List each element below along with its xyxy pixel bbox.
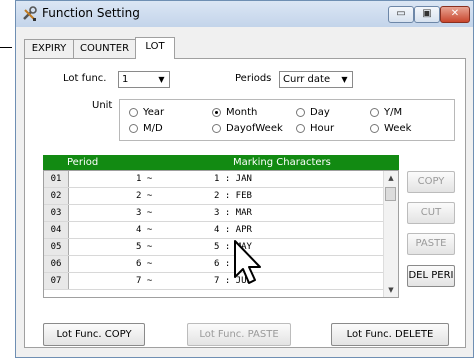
unit-radio-dayofweek[interactable]: DayofWeek: [212, 123, 283, 134]
scroll-up-icon[interactable]: ▲: [384, 171, 398, 185]
unit-week-label: Week: [384, 123, 412, 134]
lot-func-copy-button[interactable]: Lot Func. COPY: [43, 323, 145, 346]
lot-func-select[interactable]: 1 ▼: [118, 71, 170, 88]
periods-select[interactable]: Curr date ▼: [279, 71, 353, 88]
row-number: 04: [44, 222, 69, 238]
row-number: 06: [44, 256, 69, 272]
radio-dot-selected: [212, 108, 221, 117]
cut-button[interactable]: CUT: [407, 202, 455, 224]
periods-value: Curr date: [283, 74, 331, 85]
paste-button[interactable]: PASTE: [407, 233, 455, 255]
copy-button[interactable]: COPY: [407, 171, 455, 193]
radio-dot: [370, 108, 379, 117]
unit-radio-day[interactable]: Day: [296, 107, 330, 118]
unit-radio-week[interactable]: Week: [370, 123, 411, 134]
lot-func-delete-button[interactable]: Lot Func. DELETE: [331, 323, 449, 346]
radio-dot: [129, 108, 138, 117]
radio-dot: [296, 108, 305, 117]
table-row[interactable]: 01 1 ~ 1 : JAN: [44, 171, 384, 188]
grid-header: Period Marking Characters: [43, 155, 399, 170]
period-cell[interactable]: 1 ~: [136, 171, 152, 187]
period-column-header: Period: [67, 157, 99, 168]
function-setting-window: Function Setting ▭ ▣ ✕ EXPIRY COUNTER LO…: [15, 0, 474, 358]
row-number: 03: [44, 205, 69, 221]
table-row[interactable]: 04 4 ~ 4 : APR: [44, 222, 384, 239]
tab-expiry[interactable]: EXPIRY: [24, 39, 74, 58]
period-cell[interactable]: 7 ~: [136, 273, 152, 289]
unit-year-label: Year: [143, 107, 165, 118]
period-cell[interactable]: 4 ~: [136, 222, 152, 238]
unit-hour-label: Hour: [310, 123, 335, 134]
lot-func-value: 1: [122, 74, 129, 85]
unit-radio-group: Year Month Day Y/M M/D DayofWeek Hour We…: [119, 99, 455, 141]
chevron-down-icon: ▼: [158, 75, 165, 84]
close-button[interactable]: ✕: [440, 6, 470, 23]
unit-label: Unit: [92, 100, 113, 111]
radio-dot: [129, 124, 138, 133]
table-row[interactable]: 07 7 ~7 : JUL: [44, 273, 384, 290]
wrench-screwdriver-icon: [23, 6, 37, 21]
marking-cell[interactable]: 1 : JAN: [214, 171, 252, 187]
window-title: Function Setting: [42, 6, 140, 20]
unit-ym-label: Y/M: [384, 107, 403, 118]
table-row[interactable]: 06 6 ~6 : JUN: [44, 256, 384, 273]
period-cell[interactable]: 2 ~: [136, 188, 152, 204]
radio-dot: [296, 124, 305, 133]
lot-tab-panel: Lot func. 1 ▼ Periods Curr date ▼ Unit Y…: [24, 58, 466, 348]
unit-radio-ym[interactable]: Y/M: [370, 107, 402, 118]
marking-cell[interactable]: 3 : MAR: [214, 205, 252, 221]
minimize-icon: ▭: [396, 8, 406, 19]
tab-lot[interactable]: LOT: [135, 37, 175, 59]
maximize-button[interactable]: ▣: [414, 6, 440, 23]
mouse-pointer-icon: [234, 240, 261, 284]
row-number: 01: [44, 171, 69, 187]
marking-characters-column-header: Marking Characters: [233, 157, 331, 168]
chevron-down-icon: ▼: [341, 75, 348, 84]
marking-cell[interactable]: 4 : APR: [214, 222, 252, 238]
table-row[interactable]: 05 5 ~5 : MAY: [44, 239, 384, 256]
scroll-down-icon[interactable]: ▼: [384, 283, 398, 297]
delete-period-button[interactable]: DEL PERI: [407, 265, 455, 287]
radio-dot: [370, 124, 379, 133]
unit-month-label: Month: [226, 107, 258, 118]
lot-func-label: Lot func.: [63, 73, 107, 84]
table-row[interactable]: 02 2 ~ 2 : FEB: [44, 188, 384, 205]
lot-func-paste-button[interactable]: Lot Func. PASTE: [187, 323, 291, 346]
minimize-button[interactable]: ▭: [388, 6, 414, 23]
scroll-thumb[interactable]: [385, 187, 396, 201]
unit-dayofweek-label: DayofWeek: [226, 123, 283, 134]
title-bar[interactable]: Function Setting ▭ ▣ ✕: [16, 1, 473, 27]
periods-label: Periods: [235, 73, 272, 84]
edge-line: [0, 47, 12, 48]
row-number: 02: [44, 188, 69, 204]
period-cell[interactable]: 5 ~: [136, 239, 152, 255]
row-number: 07: [44, 273, 69, 289]
unit-radio-md[interactable]: M/D: [129, 123, 163, 134]
radio-dot: [212, 124, 221, 133]
marking-cell[interactable]: 2 : FEB: [214, 188, 252, 204]
unit-radio-year[interactable]: Year: [129, 107, 164, 118]
tab-counter[interactable]: COUNTER: [73, 39, 136, 58]
grid-scrollbar[interactable]: ▲ ▼: [383, 171, 398, 297]
period-cell[interactable]: 3 ~: [136, 205, 152, 221]
unit-radio-hour[interactable]: Hour: [296, 123, 334, 134]
maximize-icon: ▣: [422, 8, 432, 19]
unit-radio-month[interactable]: Month: [212, 107, 257, 118]
period-cell[interactable]: 6 ~: [136, 256, 152, 272]
unit-md-label: M/D: [143, 123, 163, 134]
table-row[interactable]: 03 3 ~ 3 : MAR: [44, 205, 384, 222]
period-grid[interactable]: 01 1 ~ 1 : JAN 02 2 ~ 2 : FEB 03 3 ~ 3 : MAR 0…: [43, 170, 399, 298]
unit-day-label: Day: [310, 107, 330, 118]
row-number: 05: [44, 239, 69, 255]
close-icon: ✕: [450, 8, 460, 19]
